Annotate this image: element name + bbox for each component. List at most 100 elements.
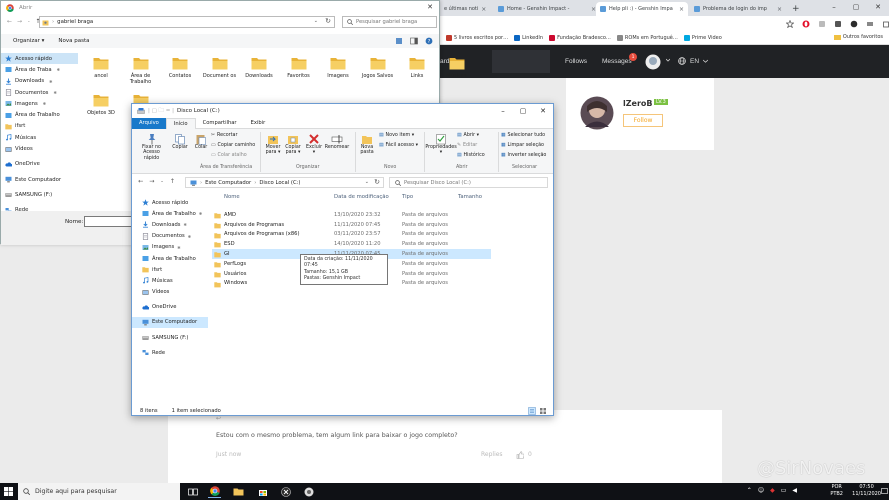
breadcrumb-drive[interactable]: Disco Local (C:)	[259, 180, 300, 186]
tray-chevron-icon[interactable]: ⌃	[747, 487, 752, 494]
column-type[interactable]: Tipo	[402, 194, 413, 200]
details-view-icon[interactable]	[528, 407, 536, 415]
close-icon[interactable]: ✕	[867, 0, 889, 14]
nav-item-documentos[interactable]: Documentos ✱	[1, 87, 78, 98]
nav-item-acesso-rápido[interactable]: Acesso rápido	[1, 53, 78, 65]
bookmark-item[interactable]: LinkedIn	[514, 34, 543, 41]
browser-tab[interactable]: Home - Genshin Impact - ×	[494, 2, 600, 16]
up-arrow-icon[interactable]: ↑	[170, 178, 175, 185]
windows-start-icon[interactable]	[4, 487, 13, 496]
nav-item[interactable]: Este Computador	[132, 316, 208, 329]
nav-item-área-de-traba[interactable]: Área de Traba ✱	[1, 64, 78, 75]
new-folder-button[interactable]: Nova pasta	[58, 38, 89, 44]
filename-input[interactable]	[84, 216, 134, 227]
browser-tab[interactable]: Problema de login do imp ×	[690, 2, 786, 16]
chevron-down-icon[interactable]: ⌄	[160, 178, 163, 185]
minimize-icon[interactable]: –	[493, 104, 513, 118]
folder-item[interactable]: Imagens	[319, 56, 357, 79]
table-row[interactable]: Arquivos de Programas (x86) 03/11/2020 23…	[212, 230, 491, 240]
view-icon[interactable]	[395, 37, 403, 45]
nav-item-imagens[interactable]: Imagens ✱	[1, 98, 78, 109]
large-icons-view-icon[interactable]	[539, 407, 547, 415]
folder-item[interactable]: ancel	[82, 56, 120, 79]
select-none-button[interactable]: ▦ Limpar seleção	[501, 143, 544, 148]
folder-item[interactable]: Músicas	[438, 56, 476, 79]
language-selector[interactable]: EN	[690, 58, 699, 65]
nav-item[interactable]: Músicas	[132, 275, 208, 286]
store-taskbar-icon[interactable]	[256, 485, 269, 498]
copy-path-button[interactable]: ▭ Copiar caminho	[211, 143, 255, 148]
chevron-down-icon[interactable]: ⌄	[314, 18, 318, 24]
explorer-search-input[interactable]: Pesquisar Disco Local (C:)	[389, 177, 548, 188]
forward-arrow-icon[interactable]: →	[149, 178, 154, 185]
messages-link[interactable]: Messages	[602, 58, 632, 65]
invert-selection-button[interactable]: ▦ Inverter seleção	[501, 153, 546, 158]
extension-icon[interactable]	[850, 20, 858, 28]
network-icon[interactable]: ▭	[781, 487, 787, 494]
extension-icon[interactable]	[866, 20, 874, 28]
folder-item[interactable]: Contatos	[161, 56, 199, 79]
preview-pane-icon[interactable]	[410, 37, 418, 45]
select-all-button[interactable]: ▦ Selecionar tudo	[501, 133, 545, 138]
people-icon[interactable]: ☺	[758, 487, 764, 494]
file-explorer-taskbar-icon[interactable]	[232, 485, 245, 498]
browser-tab[interactable]: e últimas noti ×	[440, 2, 490, 16]
history-button[interactable]: ▤ Histórico	[457, 153, 485, 158]
breadcrumb-this-pc[interactable]: Este Computador	[205, 180, 251, 186]
profile-name[interactable]: lZeroB	[623, 99, 653, 108]
folder-item[interactable]: Favoritos	[280, 56, 318, 79]
folder-item[interactable]: Objetos 3D	[82, 93, 120, 116]
column-name[interactable]: Nome	[224, 194, 240, 200]
folder-item[interactable]: Links	[398, 56, 436, 79]
nav-item[interactable]: Downloads ✱	[132, 219, 208, 230]
notifications-icon[interactable]	[881, 488, 888, 495]
nav-item-músicas[interactable]: Músicas	[1, 132, 78, 143]
edit-button[interactable]: ✎ Editar	[457, 143, 477, 148]
close-tab-icon[interactable]: ×	[679, 6, 684, 13]
folder-item[interactable]: Jogos Salvos	[359, 56, 397, 79]
taskbar-clock[interactable]: 07:50 11/11/2020	[852, 484, 881, 499]
cut-button[interactable]: ✂ Recortar	[211, 133, 237, 138]
open-button[interactable]: ▤ Abrir ▾	[457, 133, 479, 138]
maximize-icon[interactable]: ▢	[513, 104, 533, 118]
nav-item[interactable]: ifsrt	[132, 264, 208, 275]
dialog-search-input[interactable]: Pesquisar gabriel braga	[342, 16, 437, 28]
move-to-button[interactable]: Mover para ▾	[264, 133, 282, 156]
nav-item-este-computador[interactable]: Este Computador	[1, 174, 78, 185]
nav-item[interactable]: Documentos ✱	[132, 231, 208, 242]
antivirus-icon[interactable]: ◆	[770, 487, 775, 494]
nav-item-vídeos[interactable]: Vídeos	[1, 143, 78, 154]
nav-item-área-de-trabalho[interactable]: Área de Trabalho	[1, 109, 78, 120]
table-row[interactable]: Arquivos de Programas 11/11/2020 07:45 Pas…	[212, 220, 491, 230]
close-icon[interactable]: ✕	[533, 104, 553, 118]
url-bar[interactable]	[440, 17, 800, 29]
refresh-icon[interactable]: ↻	[374, 178, 380, 186]
follow-button[interactable]: Follow	[623, 114, 663, 127]
thumbs-up-icon[interactable]	[516, 451, 524, 459]
paste-shortcut-button[interactable]: ▭ Colar atalho	[211, 153, 247, 158]
close-tab-icon[interactable]: ×	[481, 6, 486, 13]
follows-link[interactable]: Follows	[565, 58, 587, 65]
chrome-taskbar-icon[interactable]	[208, 485, 221, 498]
explorer-address-bar[interactable]: › Este Computador › Disco Local (C:) ⌄ ↻	[185, 177, 384, 188]
maximize-icon[interactable]: ▢	[845, 0, 867, 14]
profile-avatar[interactable]	[580, 96, 614, 130]
nav-item[interactable]: Vídeos	[132, 287, 208, 298]
new-item-button[interactable]: ▤ Novo item ▾	[379, 133, 414, 138]
close-tab-icon[interactable]: ×	[777, 6, 782, 13]
nav-item[interactable]: SAMSUNG (F:)	[132, 332, 208, 343]
folder-item[interactable]: Downloads	[240, 56, 278, 79]
replies-button[interactable]: Replies	[481, 451, 503, 458]
minimize-icon[interactable]: –	[823, 0, 845, 14]
forward-arrow-icon[interactable]: →	[17, 18, 22, 25]
copy-button[interactable]: Copiar	[170, 133, 190, 150]
nav-item-onedrive[interactable]: OneDrive	[1, 159, 78, 170]
bookmark-item[interactable]: ROMs em Portuguê…	[616, 34, 678, 41]
chevron-down-icon[interactable]: ⌄	[27, 18, 30, 25]
column-date[interactable]: Data de modificação	[334, 194, 389, 200]
paste-button[interactable]: Colar	[192, 133, 210, 150]
chevron-down-icon[interactable]	[666, 58, 670, 62]
globe-icon[interactable]	[678, 57, 686, 65]
pin-quick-access-button[interactable]: Fixar no Acesso rápido	[138, 133, 165, 161]
nav-item[interactable]: Área de Trabalho ✱	[132, 208, 208, 219]
